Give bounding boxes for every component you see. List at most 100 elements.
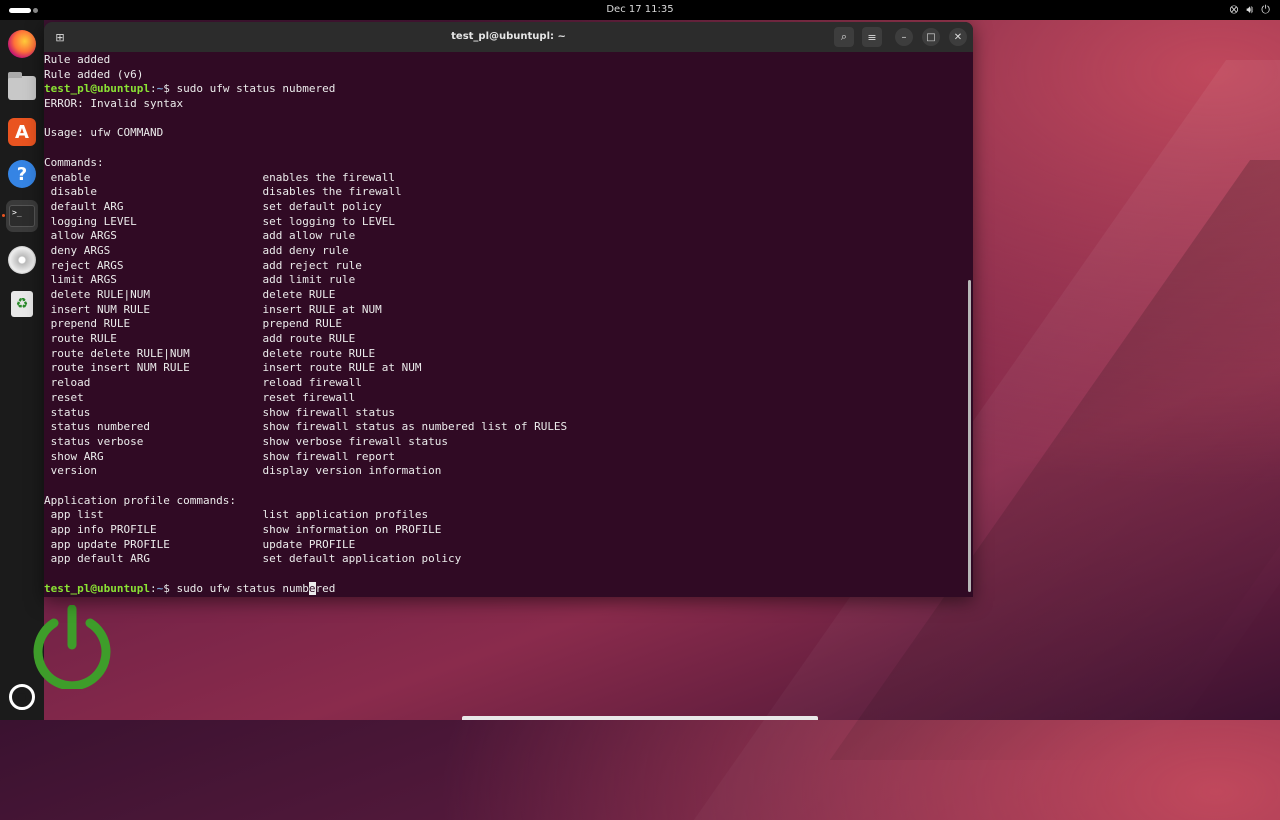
output-line: Rule added (v6): [44, 68, 962, 83]
maximize-icon[interactable]: □: [922, 28, 940, 46]
line-text: reload reload firewall: [44, 376, 362, 390]
dock-item-files[interactable]: [6, 72, 38, 104]
scrollbar[interactable]: [968, 280, 971, 592]
running-indicator: [2, 214, 5, 217]
files-icon: [8, 72, 36, 100]
output-line: status verbose show verbose firewall sta…: [44, 435, 962, 450]
output-line: status show firewall status: [44, 406, 962, 421]
line-text: status verbose show verbose firewall sta…: [44, 434, 448, 448]
help-icon: ?: [8, 160, 36, 188]
line-text: route insert NUM RULE insert route RULE …: [44, 361, 422, 375]
output-line: app update PROFILE update PROFILE: [44, 538, 962, 553]
dock-item-help[interactable]: ?: [6, 158, 38, 190]
line-text: app list list application profiles: [44, 508, 429, 522]
output-line: app list list application profiles: [44, 508, 962, 523]
prompt-user: test_pl@ubuntupl: [44, 82, 150, 96]
line-text: prepend RULE prepend RULE: [44, 317, 343, 331]
dock-item-disc[interactable]: [6, 244, 38, 276]
line-text: route RULE add route RULE: [44, 332, 356, 346]
output-line: Rule added: [44, 53, 962, 68]
output-line: app info PROFILE show information on PRO…: [44, 523, 962, 538]
app-center-icon: A: [8, 118, 36, 146]
output-line: Commands:: [44, 156, 962, 171]
prompt-separator: :: [149, 581, 157, 595]
input-text: red: [315, 581, 336, 595]
line-text: status show firewall status: [44, 405, 395, 419]
bottom-panel-hint: [462, 716, 818, 720]
prompt-dollar: $: [163, 581, 177, 595]
line-text: version display version information: [44, 464, 442, 478]
disc-icon: [8, 246, 36, 274]
system-tray[interactable]: ⭙ 🔊︎ ⏻: [1230, 3, 1270, 17]
line-text: deny ARGS add deny rule: [44, 243, 349, 257]
menu-icon[interactable]: ≡: [862, 27, 882, 47]
search-icon[interactable]: ⌕: [834, 27, 854, 47]
line-text: route delete RULE|NUM delete route RULE: [44, 346, 376, 360]
line-text: limit ARGS add limit rule: [44, 273, 356, 287]
line-text: disable disables the firewall: [44, 185, 402, 199]
output-line: deny ARGS add deny rule: [44, 244, 962, 259]
dock-item-trash[interactable]: ♻: [6, 288, 38, 320]
current-input-line[interactable]: test_pl@ubuntupl:~$ sudo ufw status numb…: [44, 581, 962, 597]
terminal-window[interactable]: ⊞ test_pl@ubuntupl: ~ ⌕ ≡ – □ ✕ Rule add…: [44, 22, 973, 597]
output-line: insert NUM RULE insert RULE at NUM: [44, 303, 962, 318]
terminal-output[interactable]: Rule added Rule added (v6) test_pl@ubuntup…: [44, 52, 962, 597]
text-cursor: e: [308, 581, 316, 595]
line-text: enable enables the firewall: [44, 170, 395, 184]
output-line: reset reset firewall: [44, 391, 962, 406]
output-line: route delete RULE|NUM delete route RULE: [44, 347, 962, 362]
power-icon[interactable]: ⏻: [1261, 3, 1270, 17]
output-line: enable enables the firewall: [44, 171, 962, 186]
clock[interactable]: Dec 17 11:35: [0, 4, 1280, 15]
output-line: disable disables the firewall: [44, 185, 962, 200]
prompt-dollar: $: [163, 82, 177, 96]
output-line: reject ARGS add reject rule: [44, 259, 962, 274]
line-text: Application profile commands:: [44, 493, 237, 507]
output-line: version display version information: [44, 464, 962, 479]
output-line: prepend RULE prepend RULE: [44, 317, 962, 332]
prompt-user: test_pl@ubuntupl: [44, 581, 150, 595]
dock-item-firefox[interactable]: [6, 28, 38, 60]
output-line: route insert NUM RULE insert route RULE …: [44, 361, 962, 376]
line-text: app info PROFILE show information on PRO…: [44, 523, 442, 536]
dock-item-terminal[interactable]: >_: [6, 200, 38, 232]
input-text: sudo ufw status numb: [176, 581, 309, 595]
close-icon[interactable]: ✕: [949, 28, 967, 46]
line-text: app update PROFILE update PROFILE: [44, 537, 356, 551]
output-line: default ARG set default policy: [44, 200, 962, 215]
power-logo-icon: [33, 605, 111, 689]
output-line: ERROR: Invalid syntax: [44, 97, 962, 112]
line-text: ERROR: Invalid syntax: [44, 97, 184, 111]
title-bar[interactable]: ⊞ test_pl@ubuntupl: ~ ⌕ ≡ – □ ✕: [44, 22, 973, 52]
network-icon[interactable]: ⭙: [1230, 3, 1239, 17]
dock-item-app-center[interactable]: A: [6, 116, 38, 148]
output-line: delete RULE|NUM delete RULE: [44, 288, 962, 303]
output-line: app default ARG set default application …: [44, 552, 962, 567]
line-text: app default ARG set default application …: [44, 552, 462, 566]
command-line: test_pl@ubuntupl:~$ sudo ufw status nubm…: [44, 82, 962, 97]
line-text: status numbered show firewall status as …: [44, 420, 568, 434]
line-text: reject ARGS add reject rule: [44, 258, 362, 272]
minimize-icon[interactable]: –: [895, 28, 913, 46]
output-line: logging LEVEL set logging to LEVEL: [44, 215, 962, 230]
volume-icon[interactable]: 🔊︎: [1246, 3, 1253, 17]
output-line: Usage: ufw COMMAND: [44, 126, 962, 141]
trash-icon: ♻: [11, 291, 33, 317]
top-bar: Dec 17 11:35 ⭙ 🔊︎ ⏻: [0, 0, 1280, 20]
line-text: delete RULE|NUM delete RULE: [44, 288, 336, 301]
line-text: allow ARGS add allow rule: [44, 229, 356, 243]
line-text: Usage: ufw COMMAND: [44, 126, 164, 140]
output-line: route RULE add route RULE: [44, 332, 962, 347]
output-line: reload reload firewall: [44, 376, 962, 391]
line-text: default ARG set default policy: [44, 199, 382, 213]
line-text: Rule added: [44, 53, 111, 66]
output-line: status numbered show firewall status as …: [44, 420, 962, 435]
output-line: show ARG show firewall report: [44, 450, 962, 465]
firefox-icon: [8, 30, 36, 58]
line-text: sudo ufw status nubmered: [176, 82, 336, 96]
line-text: Commands:: [44, 155, 104, 169]
